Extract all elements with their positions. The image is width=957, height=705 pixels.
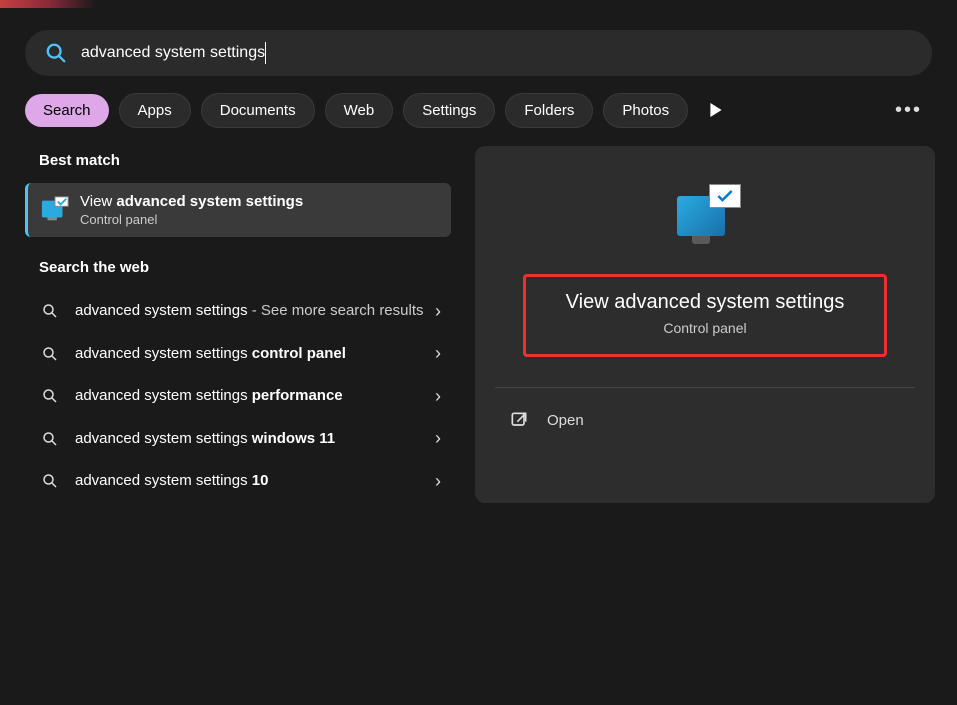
open-label: Open (547, 412, 584, 429)
web-result-label: advanced system settings - See more sear… (75, 300, 435, 323)
web-result-control-panel[interactable]: advanced system settings control panel › (25, 333, 457, 376)
web-result-windows11[interactable]: advanced system settings windows 11 › (25, 418, 457, 461)
search-icon (39, 345, 61, 363)
web-result-label: advanced system settings control panel (75, 343, 435, 366)
chevron-right-icon: › (435, 471, 441, 492)
best-match-subtitle: Control panel (80, 212, 303, 227)
search-input-text[interactable]: advanced system settings (81, 44, 265, 62)
search-web-header: Search the web (39, 259, 457, 276)
best-match-header: Best match (39, 152, 457, 169)
web-result-label: advanced system settings windows 11 (75, 428, 435, 451)
tab-settings[interactable]: Settings (403, 93, 495, 128)
web-result-more[interactable]: advanced system settings - See more sear… (25, 290, 457, 333)
divider (495, 387, 915, 388)
search-icon (39, 472, 61, 490)
open-action[interactable]: Open (495, 410, 915, 430)
more-options-icon[interactable]: ••• (885, 99, 932, 122)
best-match-title: View advanced system settings (80, 193, 303, 210)
results-panel: Best match View advanced system settings… (25, 146, 457, 503)
web-result-10[interactable]: advanced system settings 10 › (25, 460, 457, 503)
chevron-right-icon: › (435, 428, 441, 449)
chevron-right-icon: › (435, 301, 441, 322)
tab-photos[interactable]: Photos (603, 93, 688, 128)
preview-subtitle: Control panel (566, 320, 845, 336)
search-icon (39, 387, 61, 405)
preview-app-icon (673, 186, 737, 250)
tab-folders[interactable]: Folders (505, 93, 593, 128)
control-panel-icon (40, 195, 70, 225)
preview-panel: View advanced system settings Control pa… (475, 146, 935, 503)
search-icon (39, 430, 61, 448)
tab-web[interactable]: Web (325, 93, 394, 128)
filter-tabs: Search Apps Documents Web Settings Folde… (25, 92, 932, 128)
chevron-right-icon: › (435, 343, 441, 364)
open-icon (509, 410, 529, 430)
search-icon (45, 42, 67, 64)
tab-more-play-icon[interactable] (698, 92, 734, 128)
chevron-right-icon: › (435, 386, 441, 407)
best-match-item[interactable]: View advanced system settings Control pa… (25, 183, 451, 237)
tab-documents[interactable]: Documents (201, 93, 315, 128)
preview-highlight: View advanced system settings Control pa… (523, 274, 888, 357)
search-bar[interactable]: advanced system settings (25, 30, 932, 76)
search-icon (39, 302, 61, 320)
preview-title: View advanced system settings (566, 291, 845, 314)
check-icon (709, 184, 741, 208)
web-result-label: advanced system settings performance (75, 385, 435, 408)
tab-search[interactable]: Search (25, 94, 109, 127)
web-result-performance[interactable]: advanced system settings performance › (25, 375, 457, 418)
web-result-label: advanced system settings 10 (75, 470, 435, 493)
tab-apps[interactable]: Apps (119, 93, 191, 128)
